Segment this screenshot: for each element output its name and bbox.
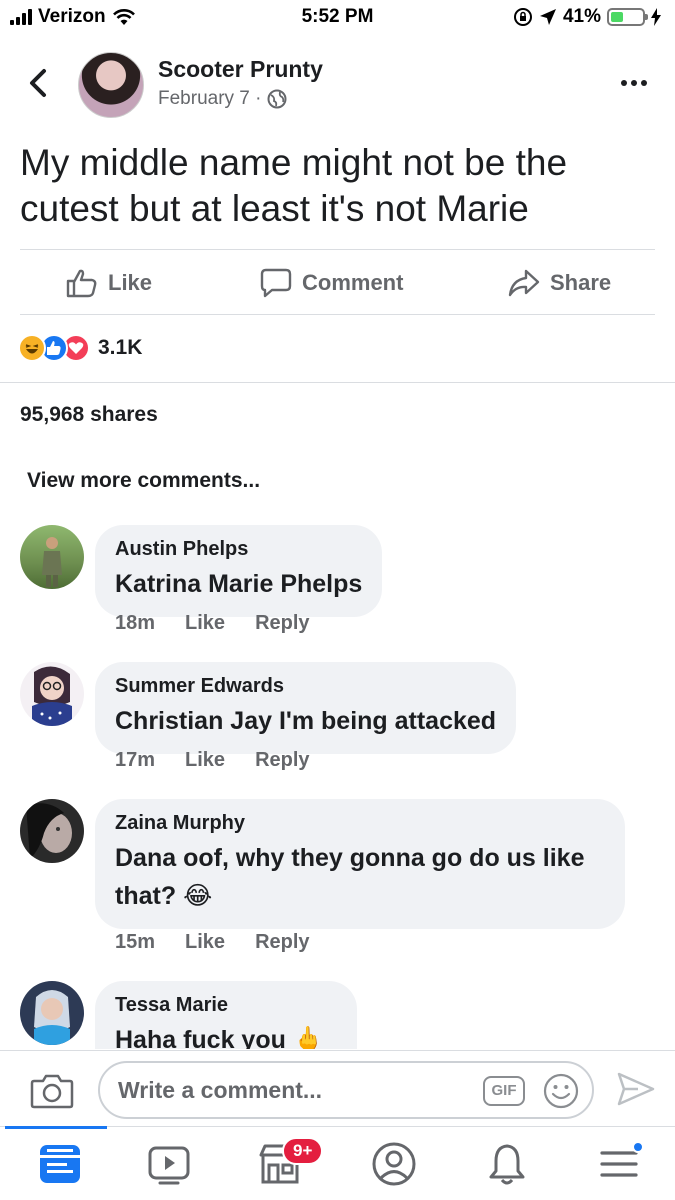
menu-notification-dot [632,1141,644,1153]
commenter-name[interactable]: Zaina Murphy [115,811,605,835]
divider [20,314,655,315]
comment-avatar[interactable] [20,981,84,1045]
reactions-summary[interactable]: 3.1K [18,334,142,362]
commenter-name[interactable]: Austin Phelps [115,537,362,561]
comment-text: Christian Jay I'm being attacked [115,707,497,735]
post-date[interactable]: February 7 · [158,88,287,110]
send-icon[interactable] [616,1071,656,1107]
comment-meta: 15m Like Reply [115,931,310,954]
comment-text: Katrina Marie Phelps [115,570,363,598]
comment-meta: 18m Like Reply [115,612,310,635]
charging-icon [651,8,661,26]
battery-icon [607,8,648,26]
post-author[interactable]: Scooter Prunty [158,56,323,83]
rotation-lock-icon [513,8,532,26]
comment-button[interactable]: Comment [260,268,403,298]
comment-reply-button[interactable]: Reply [255,931,309,954]
status-right: 41% [513,6,661,28]
comment-bubble: Zaina Murphy Dana oof, why they gonna go… [95,799,625,929]
comment-text: Haha fuck you 🖕 [115,1026,324,1049]
like-button[interactable]: Like [66,268,152,298]
battery-percent: 41% [562,6,601,27]
comment-time: 18m [115,612,156,634]
divider [0,382,675,383]
comment-icon [260,268,292,298]
thumbs-up-icon [66,269,97,298]
more-options-icon[interactable] [621,80,647,86]
post-text: My middle name might not be the cutest b… [20,142,568,229]
gif-button[interactable]: GIF [483,1076,525,1106]
post-date-text: February 7 · [158,88,262,109]
reaction-count: 3.1K [98,336,143,359]
active-tab-indicator [5,1126,107,1129]
battery-fill [611,12,624,22]
commenter-name[interactable]: Tessa Marie [115,993,337,1017]
profile-icon[interactable] [371,1141,417,1187]
comment-avatar[interactable] [20,662,84,726]
author-avatar[interactable] [78,52,144,118]
camera-icon[interactable] [30,1073,74,1109]
comment-bubble: Summer Edwards Christian Jay I'm being a… [95,662,517,754]
comment-reply-button[interactable]: Reply [255,749,309,772]
comment-input-placeholder: Write a comment... [118,1077,323,1103]
comment-bubble: Austin Phelps Katrina Marie Phelps [95,525,383,617]
globe-icon [267,89,287,109]
emoji-icon[interactable] [543,1073,579,1109]
haha-reaction-icon [18,334,46,362]
location-icon [539,9,556,25]
laughing-emoji-icon: 😂 [183,882,213,910]
share-label: Share [550,270,612,295]
back-arrow-icon[interactable] [26,68,52,98]
view-more-comments-link[interactable]: View more comments... [27,469,260,493]
share-button[interactable]: Share [508,268,611,298]
comment-time: 17m [115,749,156,771]
shares-count[interactable]: 95,968 shares [20,403,158,427]
comment-text: Dana oof, why they gonna go do us like t… [115,839,605,915]
comment-bubble: Tessa Marie Haha fuck you 🖕 [95,981,357,1049]
comment-avatar[interactable] [20,525,84,589]
commenter-name[interactable]: Summer Edwards [115,674,496,698]
comment-input[interactable]: Write a comment... GIF [98,1061,594,1119]
notification-badge: 9+ [282,1137,324,1165]
comment-time: 15m [115,931,156,953]
comment-composer: Write a comment... GIF [0,1050,675,1126]
divider [20,249,655,250]
comment-like-button[interactable]: Like [185,749,225,772]
comment-avatar[interactable] [20,799,84,863]
comment-label: Comment [302,270,404,295]
status-bar: Verizon 5:52 PM 41% [0,0,675,36]
share-icon [508,269,540,297]
comment-meta: 17m Like Reply [115,749,310,772]
notifications-bell-icon[interactable] [484,1141,530,1187]
comment-like-button[interactable]: Like [185,931,225,954]
comment-reply-button[interactable]: Reply [255,612,309,635]
watch-icon[interactable] [146,1141,192,1187]
comment-like-button[interactable]: Like [185,612,225,635]
bottom-tab-bar: 9+ [0,1126,675,1200]
news-feed-icon[interactable] [37,1141,83,1187]
post-actions: Like Comment Share [0,252,675,314]
like-label: Like [108,270,153,295]
